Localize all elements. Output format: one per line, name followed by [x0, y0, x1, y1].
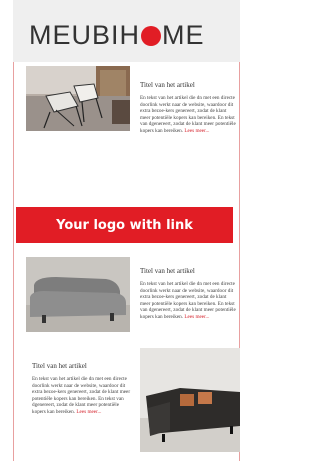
read-more-link[interactable]: Lees meer... — [76, 409, 101, 415]
logo-text-left: MEUBIH — [29, 20, 141, 50]
brand-logo[interactable]: MEUBIH ME — [29, 20, 205, 50]
header: MEUBIH ME — [13, 0, 240, 62]
logo-text-right: ME — [162, 20, 205, 50]
article-body: En tekst van het artikel die dn met een … — [140, 95, 236, 134]
article-title: Titel van het artikel — [140, 267, 195, 275]
article-body: En tekst van het artikel die dn met een … — [140, 281, 236, 320]
article-3: Titel van het artikel En tekst van het a… — [32, 362, 134, 415]
article-image-sofa[interactable] — [26, 257, 130, 332]
article-image-leather-sofa[interactable] — [140, 348, 240, 452]
article-1: Titel van het artikel En tekst van het a… — [140, 81, 237, 134]
article-body: En tekst van het artikel die dn met een … — [32, 376, 131, 415]
article-2: Titel van het artikel En tekst van het a… — [140, 267, 237, 320]
logo-dot-icon — [141, 26, 162, 46]
article-title: Titel van het artikel — [140, 81, 195, 89]
article-title: Titel van het artikel — [32, 362, 87, 370]
read-more-link[interactable]: Lees meer... — [184, 314, 209, 320]
logo-link-button[interactable]: Your logo with link — [16, 207, 233, 243]
read-more-link[interactable]: Lees meer... — [184, 128, 209, 134]
article-image-chairs[interactable] — [26, 66, 130, 131]
